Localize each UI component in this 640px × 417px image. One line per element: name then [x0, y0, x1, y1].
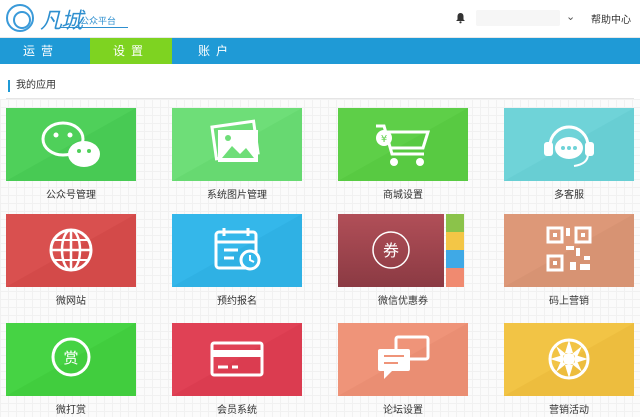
app-label: 会员系统 — [217, 405, 257, 416]
app-label: 系统图片管理 — [207, 190, 267, 201]
svg-text:¥: ¥ — [381, 134, 387, 145]
svg-text:券: 券 — [383, 241, 399, 260]
coupon-tab-blue — [446, 250, 464, 268]
app-tile-micro-website[interactable] — [6, 214, 136, 287]
cart-icon: ¥ — [338, 108, 468, 181]
app-label: 论坛设置 — [383, 405, 423, 416]
help-center-link[interactable]: 帮助中心 — [591, 11, 631, 26]
wheel-icon — [504, 323, 634, 396]
tab-operations[interactable]: 运营 — [0, 38, 82, 64]
app-tile-reward[interactable]: 赏 — [6, 323, 136, 396]
coupon-tab-green — [446, 214, 464, 232]
app-tile-multi-service[interactable] — [504, 108, 634, 181]
app-tile-qr-marketing[interactable] — [504, 214, 634, 287]
app-label: 码上营销 — [549, 296, 589, 307]
app-label: 微信优惠券 — [378, 296, 428, 307]
app-tile-appointment[interactable] — [172, 214, 302, 287]
coupon-tab-orange — [446, 268, 464, 287]
main-nav: 运营 设置 账户 — [0, 38, 640, 64]
reward-icon: 赏 — [6, 323, 136, 396]
chat-icon — [338, 323, 468, 396]
account-selector[interactable] — [476, 10, 560, 26]
app-label: 多客服 — [554, 190, 584, 201]
app-label: 商城设置 — [383, 190, 423, 201]
tab-settings[interactable]: 设置 — [90, 38, 172, 64]
app-tile-marketing[interactable] — [504, 323, 634, 396]
section-title: 我的应用 — [8, 80, 56, 92]
tab-account[interactable]: 账户 — [175, 38, 257, 64]
logo-subtitle: 公众平台 — [80, 17, 117, 27]
app-tile-forum[interactable] — [338, 323, 468, 396]
coupon-tab-yellow — [446, 232, 464, 250]
app-tile-mall-settings[interactable]: ¥ — [338, 108, 468, 181]
app-label: 营销活动 — [549, 405, 589, 416]
app-label: 预约报名 — [217, 296, 257, 307]
picture-icon — [172, 108, 302, 181]
logo-emblem-icon — [6, 4, 34, 32]
app-tile-membership[interactable] — [172, 323, 302, 396]
globe-icon — [6, 214, 136, 287]
coupon-icon: 券 — [338, 214, 444, 287]
app-tile-image-manager[interactable] — [172, 108, 302, 181]
headset-icon — [504, 108, 634, 181]
app-label: 微打赏 — [56, 405, 86, 416]
app-label: 微网站 — [56, 296, 86, 307]
app-label: 公众号管理 — [46, 190, 96, 201]
top-header: 凡城 公众平台 ⌄ 帮助中心 — [0, 0, 640, 38]
chevron-down-icon[interactable]: ⌄ — [566, 10, 575, 23]
app-tile-coupon[interactable]: 券 — [338, 214, 444, 287]
logo-text: 凡城 — [40, 9, 83, 34]
wechat-icon — [6, 108, 136, 181]
svg-text:赏: 赏 — [63, 349, 78, 367]
card-icon — [172, 323, 302, 396]
calendar-icon — [172, 214, 302, 287]
qrcode-icon — [504, 214, 634, 287]
app-tile-official-account[interactable] — [6, 108, 136, 181]
logo-underline — [60, 27, 128, 28]
bell-icon[interactable] — [455, 12, 466, 24]
